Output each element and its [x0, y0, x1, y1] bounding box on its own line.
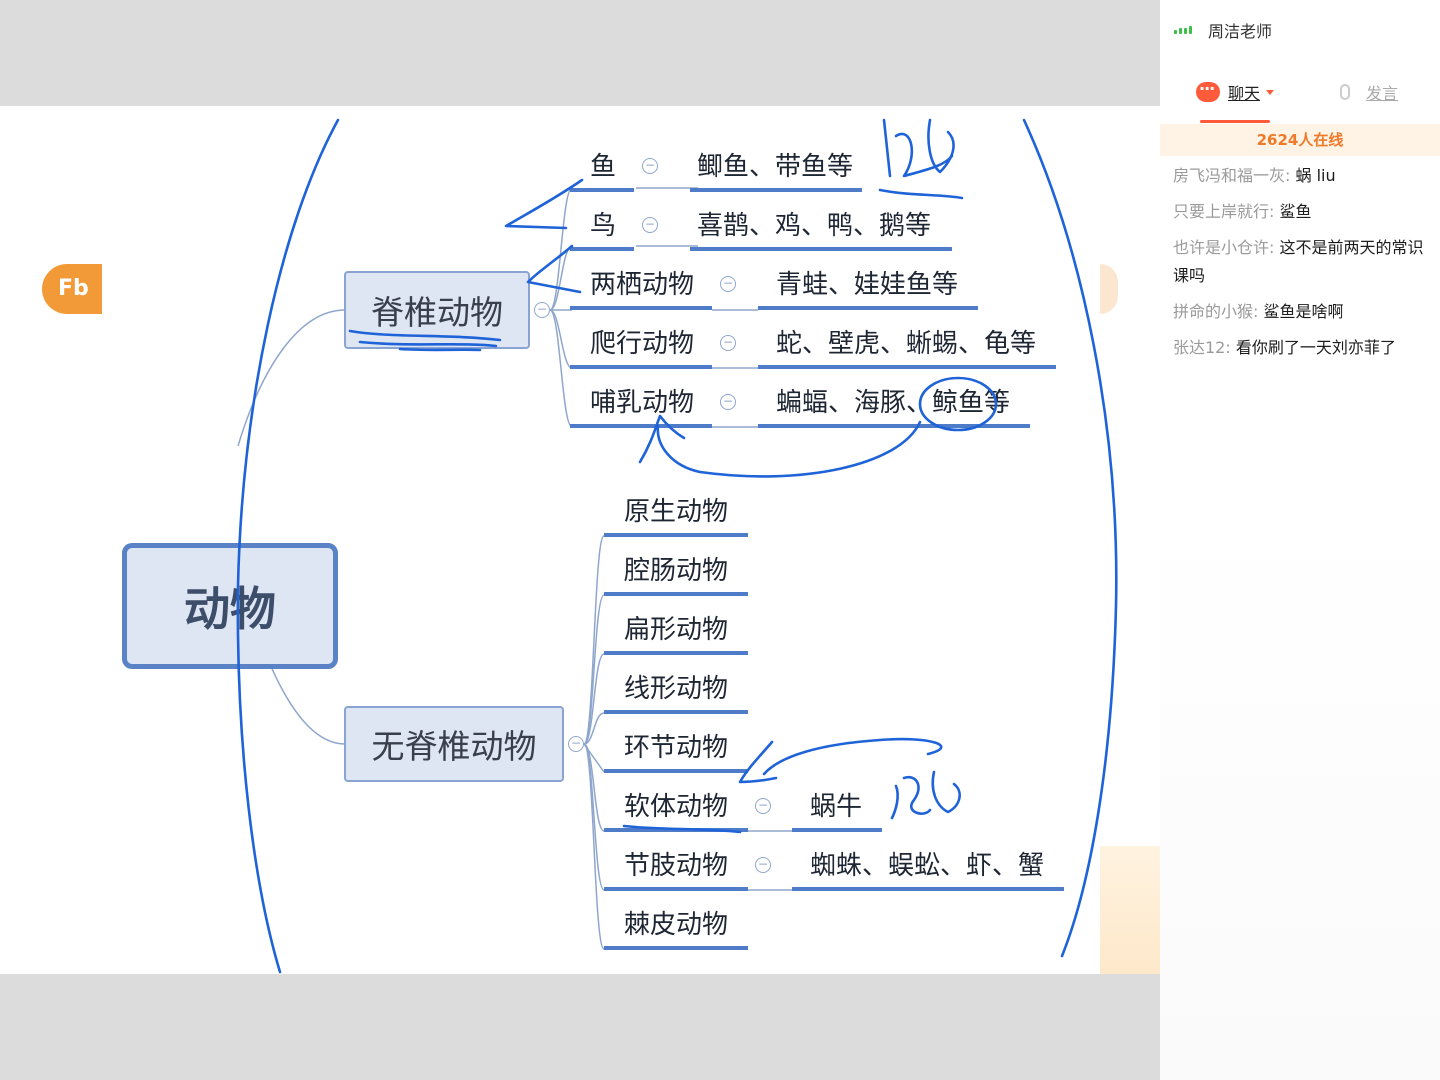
video-stage: Fb 动物 脊椎动物 − 无脊椎动物 − 鱼 − 鲫鱼、带鱼等 鸟 − 喜鹊、鸡…: [0, 0, 1160, 1080]
chat-message: 房飞冯和福一灰: 蜗 liu: [1173, 162, 1431, 190]
chat-user: 房飞冯和福一灰:: [1173, 166, 1291, 185]
chat-message: 只要上岸就行: 鲨鱼: [1173, 198, 1431, 226]
chat-message: 也许是小仓许: 这不是前两天的常识课吗: [1173, 234, 1431, 290]
tab-chat-label: 聊天: [1228, 84, 1261, 103]
chat-message: 张达12: 看你刷了一天刘亦菲了: [1173, 334, 1431, 362]
teacher-name: 周洁老师: [1208, 22, 1273, 41]
slide: Fb 动物 脊椎动物 − 无脊椎动物 − 鱼 − 鲫鱼、带鱼等 鸟 − 喜鹊、鸡…: [0, 106, 1160, 974]
chat-message: 拼命的小猴: 鲨鱼是啥啊: [1173, 298, 1431, 326]
panel-background: [1160, 520, 1440, 1080]
caret-down-icon: [1266, 89, 1275, 95]
tab-chat[interactable]: 聊天: [1196, 79, 1275, 104]
chat-text: 看你刷了一天刘亦菲了: [1235, 338, 1396, 357]
panel-tabs: 聊天 发言: [1160, 79, 1440, 124]
teacher-header: 周洁老师: [1174, 18, 1272, 42]
chat-panel: 周洁老师 聊天 发言 2624人在线 房飞冯和福一灰: 蜗 liu 只要上岸就行…: [1160, 0, 1440, 1080]
chat-bubble-icon: [1196, 79, 1220, 102]
microphone-icon: [1340, 84, 1350, 100]
chat-text: 鲨鱼是啥啊: [1263, 302, 1344, 321]
chat-user: 张达12:: [1173, 338, 1231, 357]
chat-user: 只要上岸就行:: [1173, 202, 1275, 221]
active-tab-indicator: [1200, 120, 1270, 123]
chat-user: 拼命的小猴:: [1173, 302, 1259, 321]
chat-user: 也许是小仓许:: [1173, 238, 1275, 257]
tab-speak-label: 发言: [1366, 84, 1399, 103]
chat-messages: 房飞冯和福一灰: 蜗 liu 只要上岸就行: 鲨鱼 也许是小仓许: 这不是前两天…: [1173, 162, 1431, 370]
online-count: 2624人在线: [1160, 124, 1440, 156]
tab-speak[interactable]: 发言: [1340, 80, 1398, 104]
chat-text: 蜗 liu: [1295, 166, 1336, 185]
handwriting-annotations: [236, 118, 1118, 974]
chat-text: 鲨鱼: [1279, 202, 1312, 221]
signal-icon: [1174, 23, 1196, 37]
